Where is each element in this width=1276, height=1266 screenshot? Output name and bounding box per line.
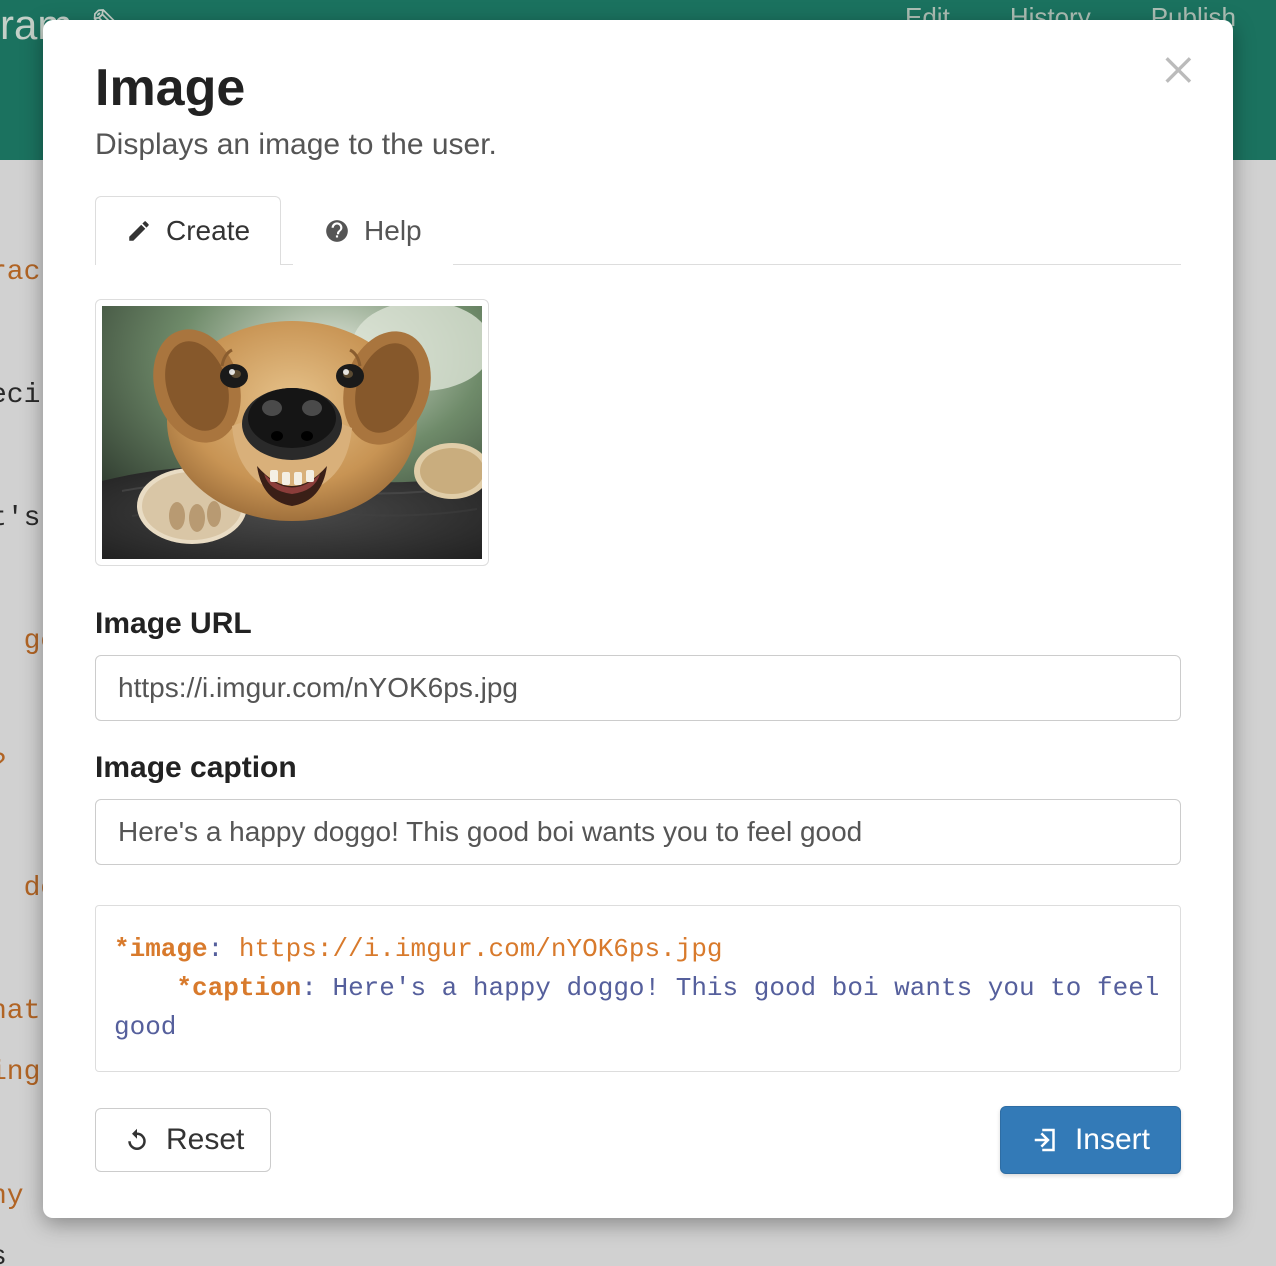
- code-caption-key: *caption: [176, 973, 301, 1003]
- question-circle-icon: [324, 218, 350, 244]
- reset-button[interactable]: Reset: [95, 1108, 271, 1172]
- insert-icon: [1031, 1125, 1061, 1155]
- close-icon: [1159, 50, 1199, 90]
- close-button[interactable]: [1159, 50, 1199, 90]
- code-image-key: *image: [114, 934, 208, 964]
- reset-button-label: Reset: [166, 1123, 244, 1157]
- tab-help-label: Help: [364, 215, 422, 247]
- modal-title: Image: [95, 58, 1181, 118]
- modal-backdrop[interactable]: Image Displays an image to the user. Cre…: [0, 0, 1276, 1266]
- code-image-value: https://i.imgur.com/nYOK6ps.jpg: [239, 934, 723, 964]
- image-url-input[interactable]: [95, 655, 1181, 721]
- image-modal: Image Displays an image to the user. Cre…: [43, 20, 1233, 1218]
- image-url-label: Image URL: [95, 607, 1181, 641]
- image-preview: [102, 306, 482, 559]
- insert-button[interactable]: Insert: [1000, 1106, 1181, 1174]
- insert-button-label: Insert: [1075, 1123, 1150, 1157]
- refresh-icon: [122, 1125, 152, 1155]
- modal-footer: Reset Insert: [95, 1106, 1181, 1174]
- pencil-icon: [126, 218, 152, 244]
- image-preview-frame: [95, 299, 489, 566]
- modal-subtitle: Displays an image to the user.: [95, 128, 1181, 162]
- code-colon: :: [301, 973, 332, 1003]
- viewport: ram ✎ Edit History Publish rac eci t's g…: [0, 0, 1276, 1266]
- tab-create[interactable]: Create: [95, 196, 281, 265]
- image-caption-input[interactable]: [95, 799, 1181, 865]
- tabs: Create Help: [95, 196, 1181, 265]
- tab-create-label: Create: [166, 215, 250, 247]
- code-colon: :: [208, 934, 239, 964]
- tab-help[interactable]: Help: [293, 196, 453, 265]
- image-caption-label: Image caption: [95, 751, 1181, 785]
- code-preview: *image: https://i.imgur.com/nYOK6ps.jpg …: [95, 905, 1181, 1072]
